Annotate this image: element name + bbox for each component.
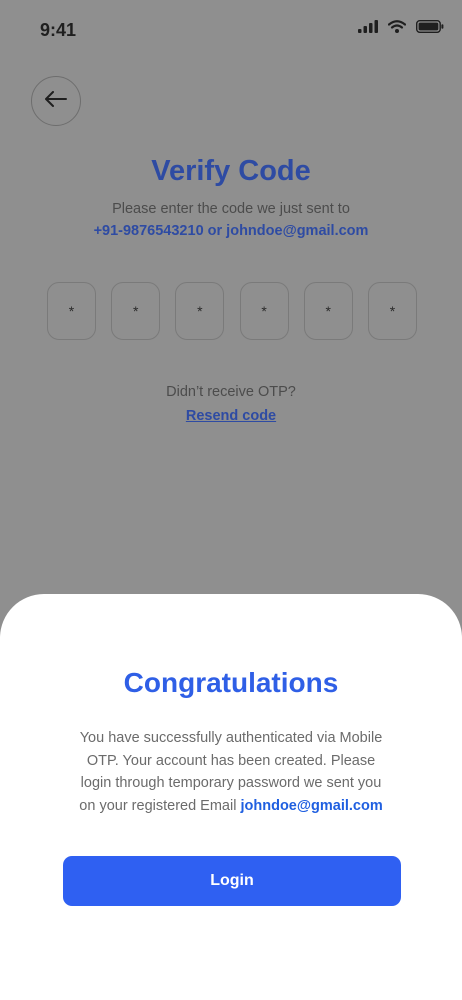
page-title: Verify Code [151,155,311,187]
contact-info: +91-9876543210 or johndoe@gmail.com [93,223,369,239]
arrow-left-icon [45,90,67,112]
wifi-icon [388,20,406,33]
signal-icon [358,20,378,33]
otp-digit-input[interactable]: * [111,282,161,340]
status-bar: 9:41 [0,0,462,60]
resend-code-link[interactable]: Resend code [186,408,276,424]
success-bottom-sheet: Congratulations You have successfully au… [0,594,462,1000]
registered-email: johndoe@gmail.com [240,797,383,814]
otp-digit-input[interactable]: * [303,282,353,340]
otp-digit-input[interactable]: * [367,282,417,340]
resend-container: Resend code [0,407,462,425]
otp-digit-input[interactable]: * [239,282,289,340]
modal-title: Congratulations [123,667,339,698]
otp-input-row: * * * * * * [47,282,417,340]
back-button[interactable] [31,76,81,126]
modal-message: You have successfully authenticated via … [79,730,383,814]
status-icons [358,20,444,33]
login-button[interactable]: Login [63,856,401,906]
otp-digit-input[interactable]: * [47,282,96,340]
verify-subtitle: Please enter the code we just sent to [112,201,350,217]
didnt-receive-text: Didn’t receive OTP? [166,384,296,400]
status-time: 9:41 [40,20,77,40]
verify-screen: 9:41 Verify Code Please enter the code w… [0,0,462,1000]
battery-icon [416,20,444,33]
otp-digit-input[interactable]: * [175,282,225,340]
